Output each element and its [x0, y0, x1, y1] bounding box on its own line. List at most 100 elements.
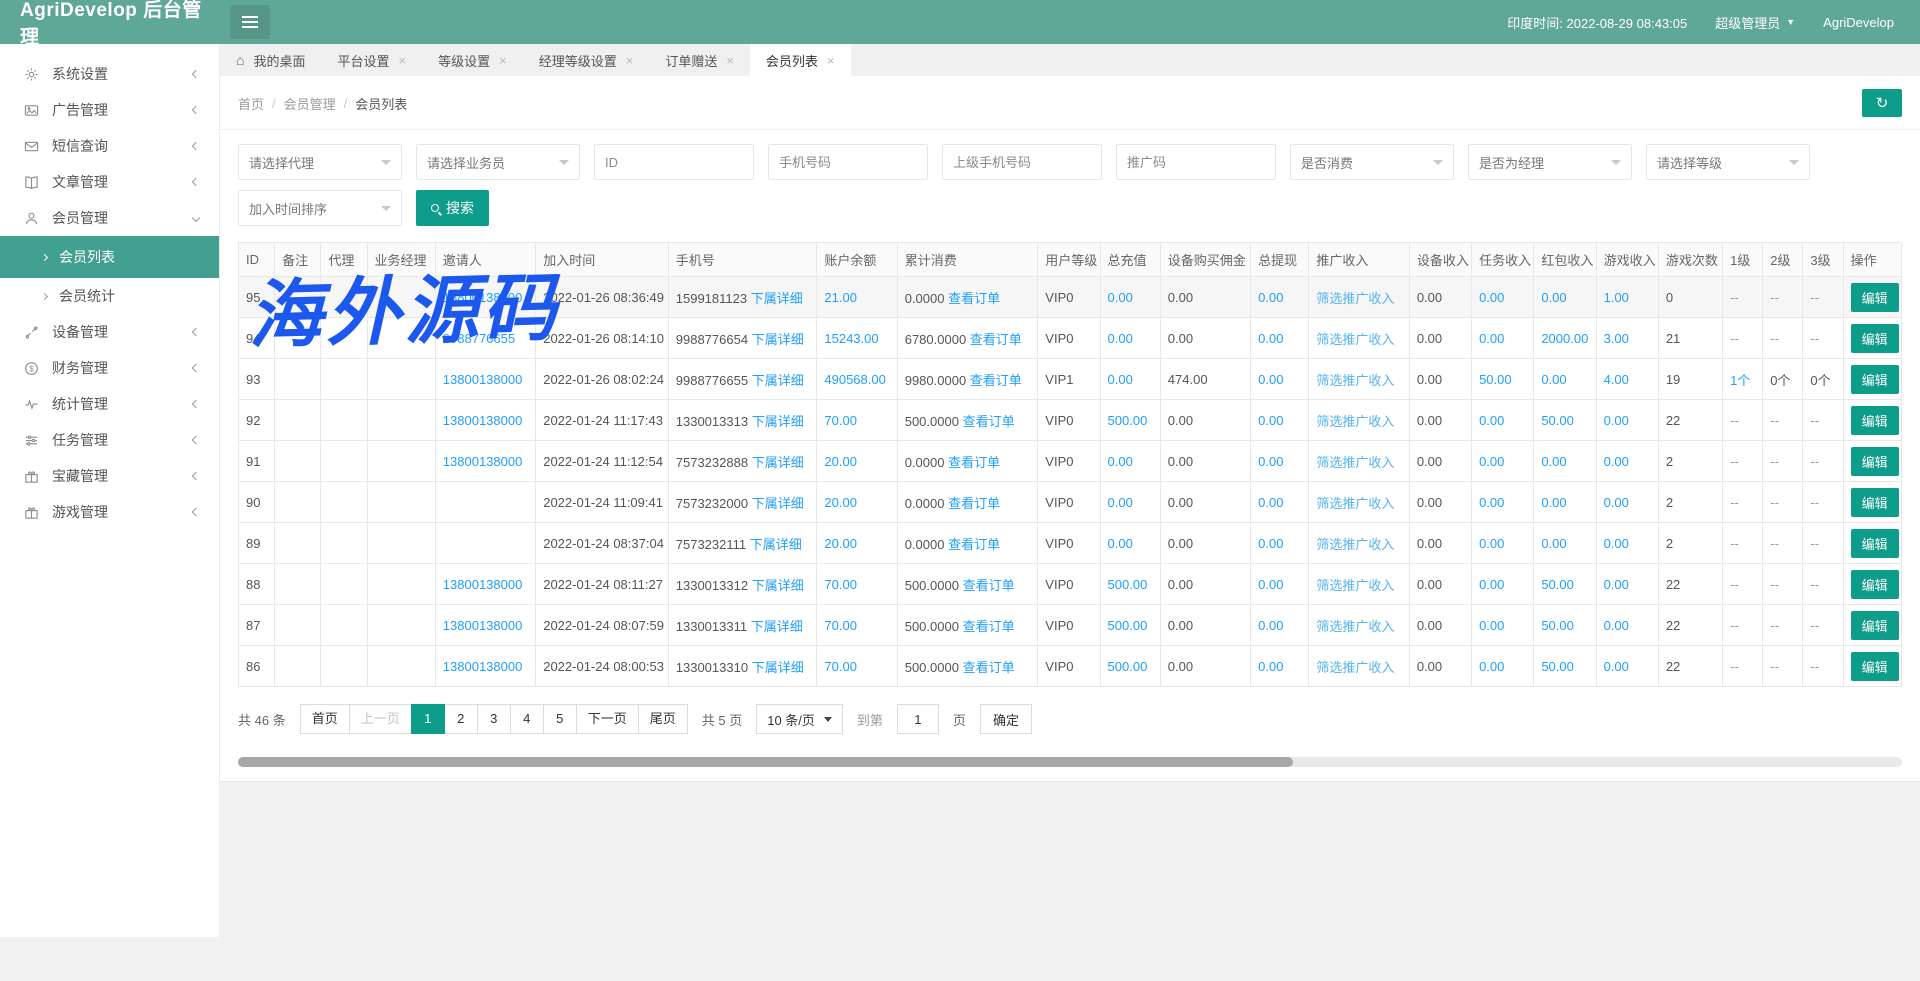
- tab-6[interactable]: 会员列表×: [750, 44, 851, 76]
- inviter-link[interactable]: 13800138000: [443, 577, 523, 592]
- tab-1[interactable]: ⌂我的桌面: [220, 44, 321, 76]
- subordinate-link[interactable]: 下属详细: [751, 291, 803, 306]
- view-order-link[interactable]: 查看订单: [948, 455, 1000, 470]
- edit-button[interactable]: 编辑: [1851, 570, 1899, 599]
- level-count-link[interactable]: 1个: [1730, 373, 1750, 388]
- first-page-button[interactable]: 首页: [300, 704, 350, 734]
- view-order-link[interactable]: 查看订单: [963, 660, 1015, 675]
- subordinate-link[interactable]: 下属详细: [750, 537, 802, 552]
- promo-filter-link[interactable]: 筛选推广收入: [1316, 619, 1394, 634]
- edit-button[interactable]: 编辑: [1851, 652, 1899, 681]
- sidebar-item-ads[interactable]: 广告管理: [0, 92, 219, 128]
- inviter-link[interactable]: 13800138000: [443, 454, 523, 469]
- sidebar-item-member-list[interactable]: 会员列表: [0, 236, 219, 278]
- subordinate-link[interactable]: 下属详细: [751, 619, 803, 634]
- role-dropdown[interactable]: 超级管理员 ▼: [1715, 13, 1795, 32]
- agent-select[interactable]: 请选择代理: [238, 144, 402, 180]
- confirm-button[interactable]: 确定: [980, 704, 1032, 734]
- sidebar-item-system-settings[interactable]: 系统设置: [0, 56, 219, 92]
- close-icon[interactable]: ×: [827, 53, 835, 68]
- promo-filter-link[interactable]: 筛选推广收入: [1316, 455, 1394, 470]
- view-order-link[interactable]: 查看订单: [948, 291, 1000, 306]
- edit-button[interactable]: 编辑: [1851, 283, 1899, 312]
- page-button-3[interactable]: 3: [477, 704, 511, 734]
- promo-filter-link[interactable]: 筛选推广收入: [1316, 414, 1394, 429]
- page-button-2[interactable]: 2: [444, 704, 478, 734]
- tab-5[interactable]: 订单赠送×: [649, 44, 750, 76]
- promo-filter-link[interactable]: 筛选推广收入: [1316, 373, 1394, 388]
- edit-button[interactable]: 编辑: [1851, 611, 1899, 640]
- page-button-1[interactable]: 1: [411, 704, 445, 734]
- sidebar-item-member-stats[interactable]: 会员统计: [0, 278, 219, 314]
- sidebar-item-devices[interactable]: 设备管理: [0, 314, 219, 350]
- tab-2[interactable]: 平台设置×: [321, 44, 422, 76]
- inviter-link[interactable]: 9988776655: [443, 331, 515, 346]
- close-icon[interactable]: ×: [399, 53, 407, 68]
- sidebar-item-articles[interactable]: 文章管理: [0, 164, 219, 200]
- subordinate-link[interactable]: 下属详细: [752, 455, 804, 470]
- goto-page-input[interactable]: [897, 704, 939, 734]
- promo-filter-link[interactable]: 筛选推广收入: [1316, 537, 1394, 552]
- sidebar-item-finance[interactable]: $ 财务管理: [0, 350, 219, 386]
- promo-filter-link[interactable]: 筛选推广收入: [1316, 291, 1394, 306]
- view-order-link[interactable]: 查看订单: [963, 619, 1015, 634]
- sidebar-item-sms[interactable]: 短信查询: [0, 128, 219, 164]
- view-order-link[interactable]: 查看订单: [970, 332, 1022, 347]
- inviter-link[interactable]: 13800138000: [443, 659, 523, 674]
- subordinate-link[interactable]: 下属详细: [752, 414, 804, 429]
- subordinate-link[interactable]: 下属详细: [752, 496, 804, 511]
- close-icon[interactable]: ×: [499, 53, 507, 68]
- sidebar-item-tasks[interactable]: 任务管理: [0, 422, 219, 458]
- view-order-link[interactable]: 查看订单: [948, 496, 1000, 511]
- next-page-button[interactable]: 下一页: [576, 704, 639, 734]
- view-order-link[interactable]: 查看订单: [963, 414, 1015, 429]
- close-icon[interactable]: ×: [626, 53, 634, 68]
- parent-phone-input[interactable]: [942, 144, 1102, 180]
- view-order-link[interactable]: 查看订单: [963, 578, 1015, 593]
- breadcrumb-item[interactable]: 会员管理: [284, 94, 336, 113]
- subordinate-link[interactable]: 下属详细: [752, 578, 804, 593]
- subordinate-link[interactable]: 下属详细: [752, 660, 804, 675]
- id-input[interactable]: [594, 144, 754, 180]
- inviter-link[interactable]: 13800138000: [443, 413, 523, 428]
- tab-4[interactable]: 经理等级设置×: [523, 44, 650, 76]
- promo-filter-link[interactable]: 筛选推广收入: [1316, 578, 1394, 593]
- promo-filter-link[interactable]: 筛选推广收入: [1316, 496, 1394, 511]
- page-button-4[interactable]: 4: [510, 704, 544, 734]
- promo-filter-link[interactable]: 筛选推广收入: [1316, 660, 1394, 675]
- page-button-5[interactable]: 5: [543, 704, 577, 734]
- sidebar-item-games[interactable]: 游戏管理: [0, 494, 219, 530]
- per-page-select[interactable]: 10 条/页: [756, 704, 843, 734]
- inviter-link[interactable]: 13800138000: [443, 290, 523, 305]
- edit-button[interactable]: 编辑: [1851, 529, 1899, 558]
- sidebar-item-members[interactable]: 会员管理: [0, 200, 219, 236]
- breadcrumb-item[interactable]: 首页: [238, 94, 264, 113]
- promo-code-input[interactable]: [1116, 144, 1276, 180]
- salesman-select[interactable]: 请选择业务员: [416, 144, 580, 180]
- sidebar-item-treasure[interactable]: 宝藏管理: [0, 458, 219, 494]
- edit-button[interactable]: 编辑: [1851, 324, 1899, 353]
- phone-input[interactable]: [768, 144, 928, 180]
- inviter-link[interactable]: 13800138000: [443, 618, 523, 633]
- subordinate-link[interactable]: 下属详细: [752, 332, 804, 347]
- horizontal-scrollbar[interactable]: [238, 757, 1902, 767]
- edit-button[interactable]: 编辑: [1851, 447, 1899, 476]
- subordinate-link[interactable]: 下属详细: [752, 373, 804, 388]
- tab-3[interactable]: 等级设置×: [422, 44, 523, 76]
- scrollbar-thumb[interactable]: [238, 757, 1293, 767]
- edit-button[interactable]: 编辑: [1851, 365, 1899, 394]
- edit-button[interactable]: 编辑: [1851, 488, 1899, 517]
- search-button[interactable]: 搜索: [416, 190, 489, 226]
- promo-filter-link[interactable]: 筛选推广收入: [1316, 332, 1394, 347]
- sidebar-item-statistics[interactable]: 统计管理: [0, 386, 219, 422]
- consumed-select[interactable]: 是否消费: [1290, 144, 1454, 180]
- inviter-link[interactable]: 13800138000: [443, 372, 523, 387]
- last-page-button[interactable]: 尾页: [638, 704, 688, 734]
- is-manager-select[interactable]: 是否为经理: [1468, 144, 1632, 180]
- sidebar-toggle-button[interactable]: [230, 5, 270, 39]
- close-icon[interactable]: ×: [726, 53, 734, 68]
- level-select[interactable]: 请选择等级: [1646, 144, 1810, 180]
- username[interactable]: AgriDevelop: [1823, 15, 1894, 30]
- sort-select[interactable]: 加入时间排序: [238, 190, 402, 226]
- view-order-link[interactable]: 查看订单: [970, 373, 1022, 388]
